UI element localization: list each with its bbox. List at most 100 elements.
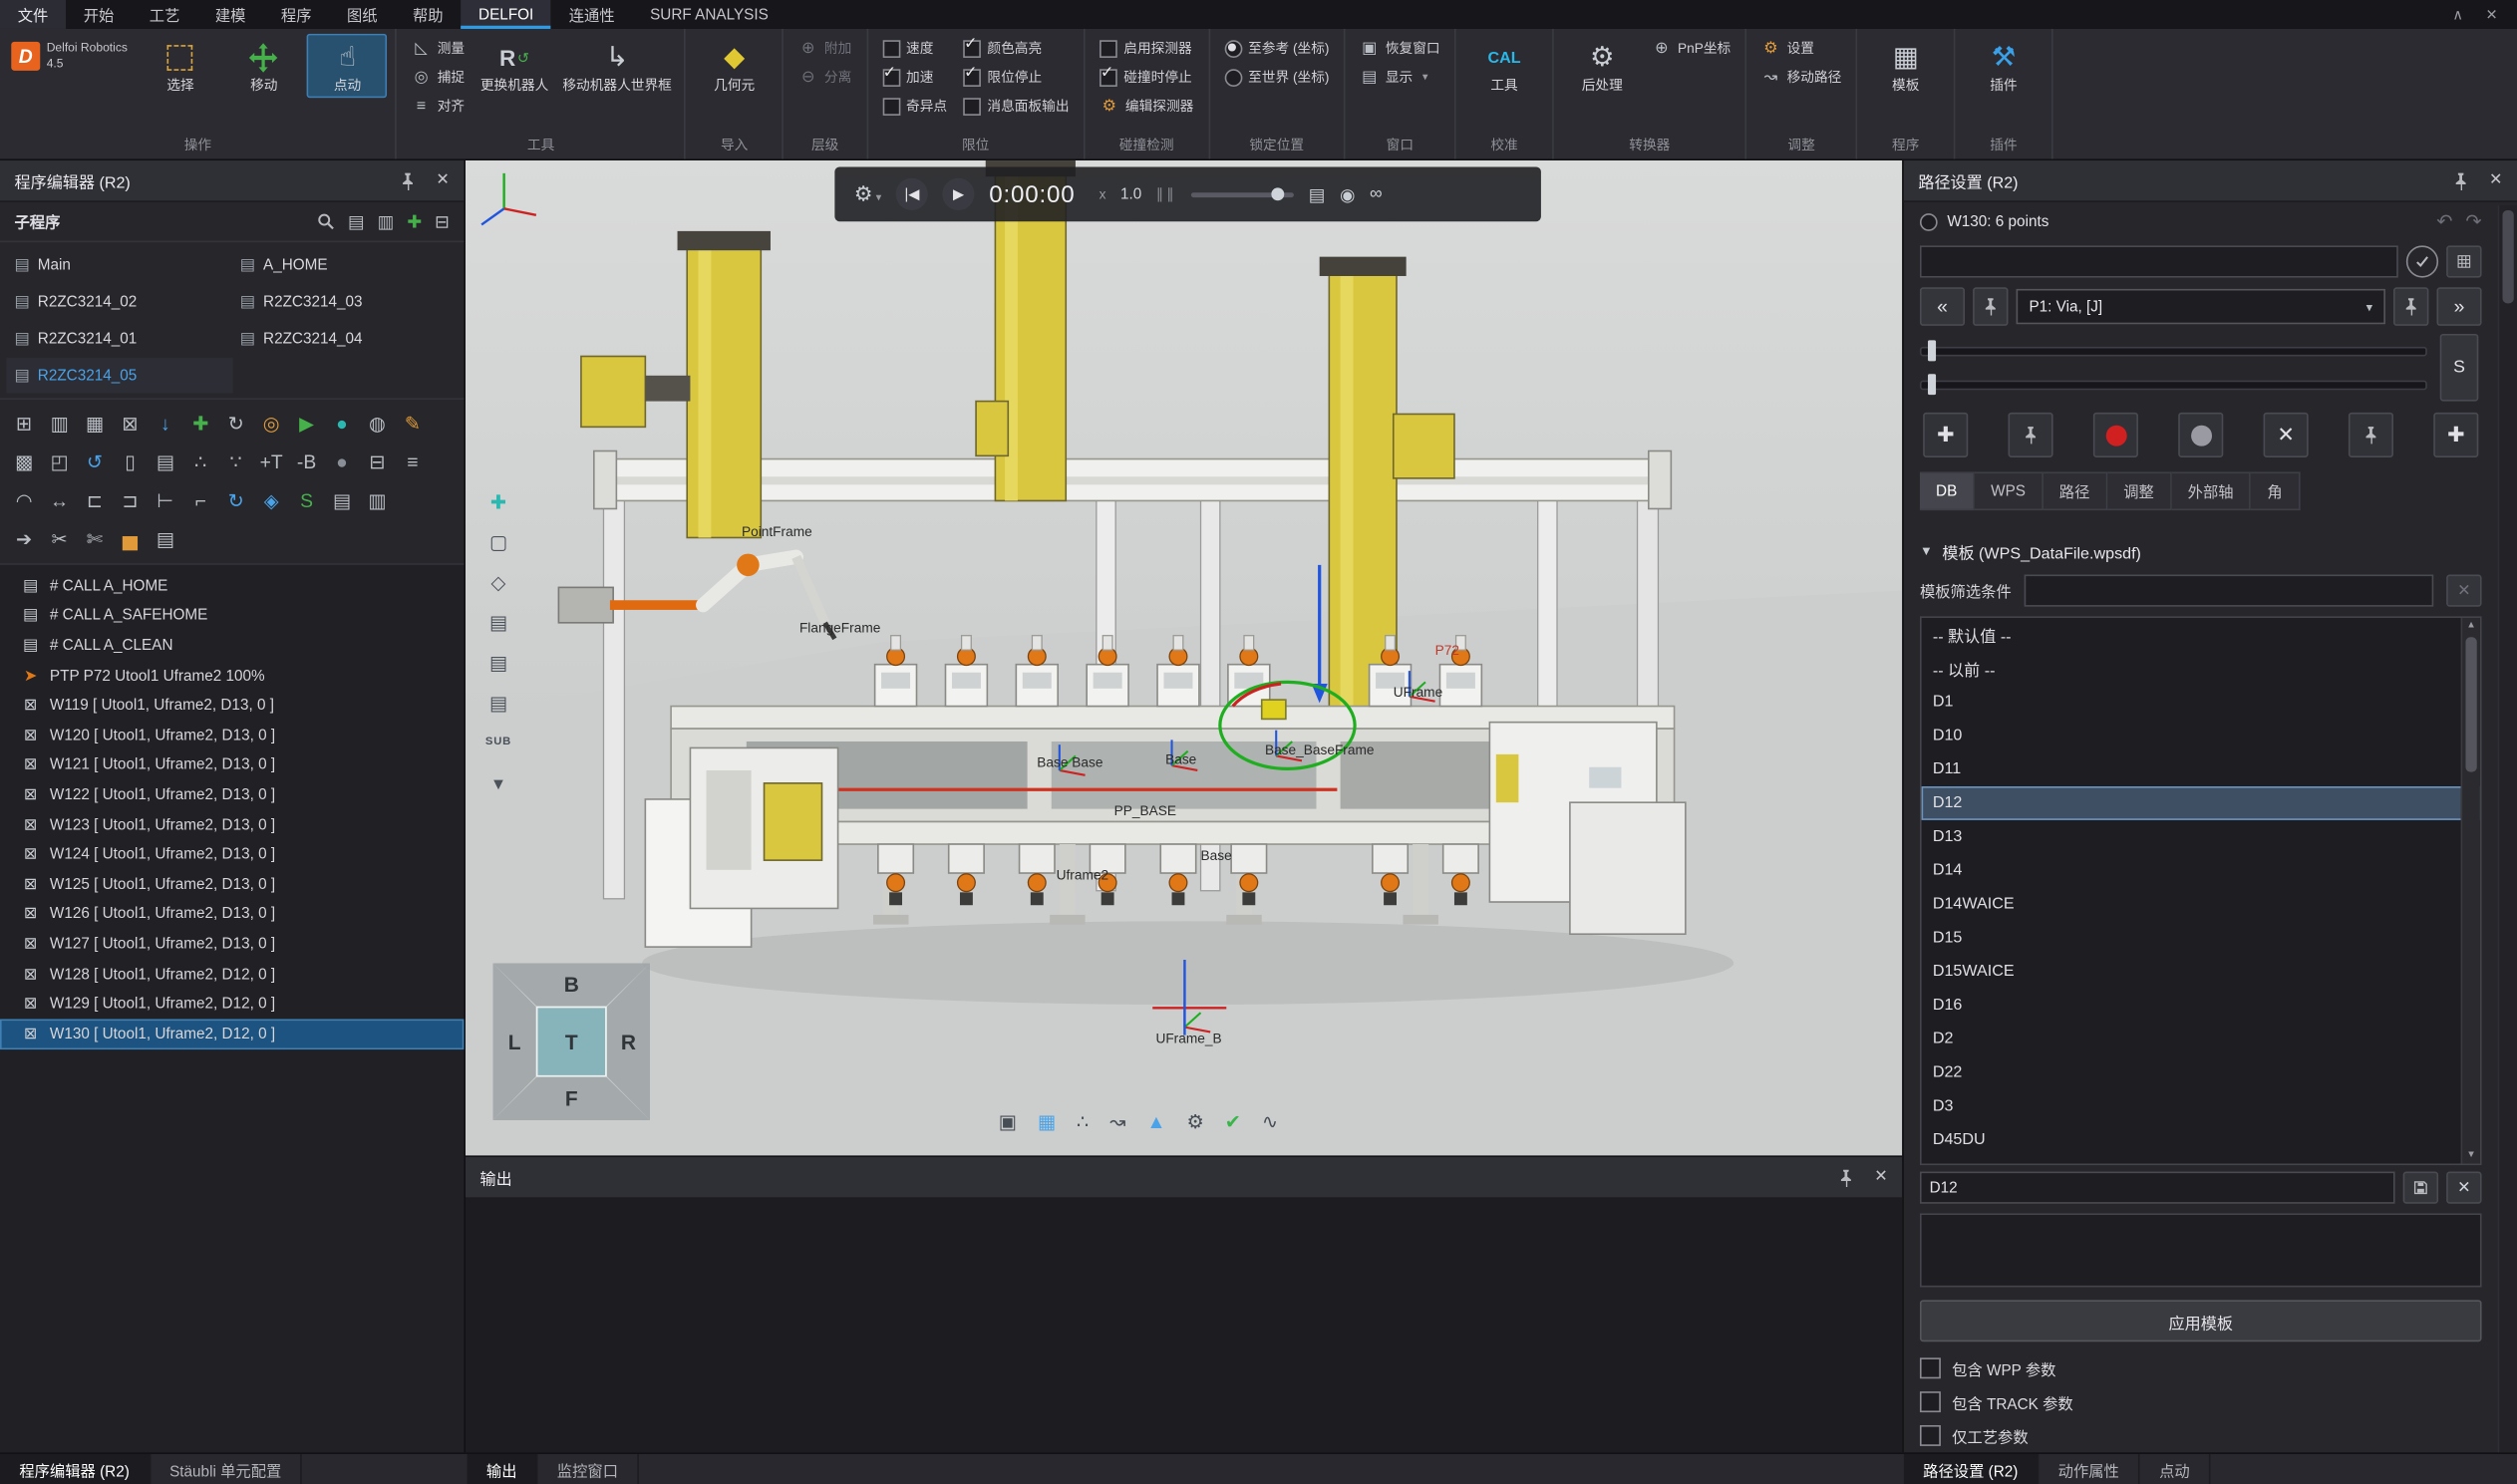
lock-position-radio[interactable]: 至世界 (坐标): [1218, 63, 1336, 92]
template-list-item[interactable]: D5: [1922, 1157, 2480, 1165]
pin-point-button[interactable]: [2009, 413, 2053, 457]
measure-button[interactable]: ◺测量: [406, 34, 472, 63]
multi-pin-button[interactable]: [2349, 413, 2393, 457]
viewport-tool-icon[interactable]: ▤: [484, 610, 511, 634]
list-scrollbar[interactable]: ▲ ▼: [2461, 618, 2480, 1164]
program-tool-icon[interactable]: ↓: [150, 408, 181, 440]
template-list-item[interactable]: D15: [1922, 921, 2480, 955]
viewport-tool-icon[interactable]: ▲: [1146, 1110, 1165, 1133]
delete-point-button[interactable]: ✕: [2264, 413, 2309, 457]
settings-button[interactable]: ⚙设置: [1754, 34, 1847, 63]
program-tool-icon[interactable]: ▤: [150, 446, 181, 478]
statement-row[interactable]: ▤ # CALL A_SAFEHOME: [0, 601, 464, 631]
scroll-up-icon[interactable]: ▲: [2466, 618, 2476, 634]
program-tool-icon[interactable]: ◎: [255, 408, 287, 440]
limit-checkbox[interactable]: 加速: [875, 63, 953, 92]
statement-row[interactable]: ⊠ W125 [ Utool1, Uframe2, D13, 0 ]: [0, 870, 464, 900]
record-video-icon[interactable]: ◉: [1340, 183, 1355, 204]
collapse-ribbon-icon[interactable]: ∧: [2452, 6, 2463, 24]
viewport-tool-icon[interactable]: ◇: [484, 570, 511, 594]
select-tool-button[interactable]: 选择: [141, 34, 221, 98]
program-tool-icon[interactable]: ∴: [184, 446, 216, 478]
close-window-icon[interactable]: ✕: [2486, 6, 2498, 24]
statement-row[interactable]: ⊠ W127 [ Utool1, Uframe2, D13, 0 ]: [0, 930, 464, 960]
attach-button[interactable]: ⊕附加: [792, 34, 858, 63]
template-list-item[interactable]: -- 默认值 --: [1922, 618, 2480, 652]
menu-item[interactable]: 连通性: [551, 0, 632, 29]
statement-row[interactable]: ⊠ W120 [ Utool1, Uframe2, D13, 0 ]: [0, 721, 464, 750]
viewport-tool-icon[interactable]: ✚: [484, 489, 511, 513]
program-tool-icon[interactable]: ▦: [79, 408, 111, 440]
close-icon[interactable]: ✕: [1874, 1168, 1888, 1186]
subprogram-item[interactable]: ▤ R2ZC3214_02: [6, 284, 231, 319]
statement-row[interactable]: ➤ PTP P72 Utool1 Uframe2 100%: [0, 661, 464, 691]
template-list-item[interactable]: D14WAICE: [1922, 888, 2480, 922]
template-list-item[interactable]: D14: [1922, 854, 2480, 888]
orientation-slider[interactable]: [1920, 380, 2427, 390]
panel-scrollbar[interactable]: [2498, 205, 2517, 1452]
undo-icon[interactable]: ↶: [2436, 210, 2452, 233]
statement-row[interactable]: ▤ # CALL A_HOME: [0, 571, 464, 601]
limit-checkbox[interactable]: 奇异点: [875, 92, 953, 121]
statement-row[interactable]: ⊠ W121 [ Utool1, Uframe2, D13, 0 ]: [0, 750, 464, 780]
statusbar-tab[interactable]: 程序编辑器 (R2): [0, 1454, 151, 1484]
program-tool-icon[interactable]: ↻: [220, 408, 252, 440]
confirm-icon[interactable]: [2406, 245, 2438, 277]
statusbar-tab[interactable]: 动作属性: [2039, 1454, 2139, 1484]
vr-view-icon[interactable]: ∞: [1370, 184, 1383, 203]
template-list-item[interactable]: D45DU: [1922, 1123, 2480, 1157]
program-tool-icon[interactable]: ◈: [255, 484, 287, 516]
inactive-point-button[interactable]: [2178, 413, 2223, 457]
limit-checkbox[interactable]: 速度: [875, 34, 953, 63]
template-name-input[interactable]: [1920, 1172, 2395, 1204]
close-icon[interactable]: ✕: [2489, 171, 2503, 189]
viewport-tool-icon[interactable]: ✔: [1225, 1110, 1241, 1133]
template-list-item[interactable]: D1: [1922, 686, 2480, 720]
new-program-icon[interactable]: ▤: [348, 211, 365, 232]
program-tool-icon[interactable]: ●: [326, 446, 358, 478]
limit-checkbox[interactable]: 消息面板输出: [957, 92, 1076, 121]
subprogram-item[interactable]: ▤ R2ZC3214_04: [232, 321, 458, 356]
slider-knob[interactable]: [1272, 187, 1285, 200]
slider-knob[interactable]: [1928, 340, 1936, 361]
geometry-button[interactable]: ◆ 几何元: [694, 34, 775, 98]
template-button[interactable]: ▦ 模板: [1866, 34, 1947, 98]
viewport-tool-icon[interactable]: ▾: [484, 770, 511, 794]
program-tool-icon[interactable]: ⌐: [184, 484, 216, 516]
limit-checkbox[interactable]: 颜色高亮: [957, 34, 1076, 63]
statusbar-tab[interactable]: 点动: [2140, 1454, 2211, 1484]
3d-scene[interactable]: [466, 160, 1902, 1155]
subprogram-item[interactable]: ▤ R2ZC3214_01: [6, 321, 231, 356]
template-list-item[interactable]: D12: [1922, 786, 2480, 820]
menu-item[interactable]: 程序: [263, 0, 329, 29]
program-tool-icon[interactable]: ⊐: [114, 484, 146, 516]
path-settings-tab[interactable]: DB: [1920, 471, 1975, 510]
scroll-down-icon[interactable]: ▼: [2466, 1147, 2476, 1163]
program-tool-icon[interactable]: ⊟: [361, 446, 393, 478]
menu-item[interactable]: 工艺: [132, 0, 197, 29]
program-tool-icon[interactable]: ▩: [8, 446, 40, 478]
collision-checkbox[interactable]: 碰撞时停止: [1094, 63, 1200, 92]
limit-checkbox[interactable]: 限位停止: [957, 63, 1076, 92]
program-tool-icon[interactable]: ▥: [361, 484, 393, 516]
lock-position-radio[interactable]: 至参考 (坐标): [1218, 34, 1336, 63]
statement-row[interactable]: ⊠ W119 [ Utool1, Uframe2, D13, 0 ]: [0, 691, 464, 721]
restore-window-button[interactable]: ▣恢复窗口: [1354, 34, 1446, 63]
speed-slider[interactable]: [1191, 191, 1294, 196]
viewport-tool-icon[interactable]: ▢: [484, 529, 511, 553]
subprogram-item[interactable]: ▤ A_HOME: [232, 247, 458, 282]
position-slider[interactable]: [1920, 346, 2427, 356]
previous-point-button[interactable]: «: [1920, 287, 1965, 326]
pin-icon[interactable]: [2450, 171, 2469, 190]
menu-item[interactable]: 图纸: [329, 0, 395, 29]
snapshot-icon[interactable]: ▤: [1309, 183, 1326, 204]
jog-tool-button[interactable]: ☝ 点动: [307, 34, 388, 98]
move-robot-world-frame-button[interactable]: ↳ 移动机器人世界框: [558, 34, 677, 98]
point-selector-dropdown[interactable]: P1: Via, [J] ▾: [2017, 289, 2385, 324]
template-list-item[interactable]: D16: [1922, 989, 2480, 1023]
program-tool-icon[interactable]: ➔: [8, 523, 40, 555]
slider-knob[interactable]: [1928, 373, 1936, 394]
program-tool-icon[interactable]: ▶: [290, 408, 322, 440]
template-list-item[interactable]: D2: [1922, 1023, 2480, 1056]
edit-detector-button[interactable]: ⚙编辑探测器: [1094, 92, 1200, 121]
